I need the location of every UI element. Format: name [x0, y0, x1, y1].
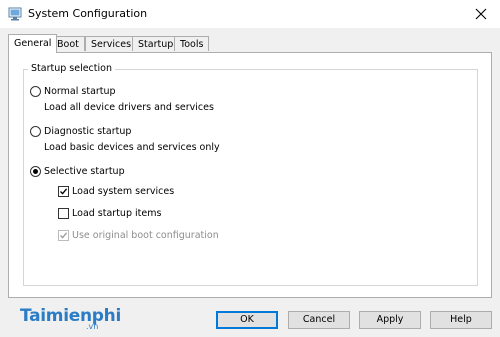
normal-startup-radio[interactable] [30, 86, 41, 97]
checkmark-icon [60, 232, 68, 239]
tab-strip: General Boot Services Startup Tools [0, 34, 500, 53]
tab-services[interactable]: Services [85, 36, 138, 51]
use-original-boot-config-checkbox [58, 230, 69, 241]
startup-selection-legend: Startup selection [28, 62, 115, 76]
radio-selected-dot [33, 169, 38, 174]
normal-startup-description: Load all device drivers and services [44, 102, 214, 113]
selective-startup-radio[interactable] [30, 166, 41, 177]
diagnostic-startup-description: Load basic devices and services only [44, 142, 220, 153]
diagnostic-startup-radio[interactable] [30, 126, 41, 137]
close-icon[interactable] [470, 4, 492, 24]
help-button[interactable]: Help [430, 311, 492, 329]
taimienphi-watermark-logo: Taimienphi .vn [20, 304, 121, 332]
tab-general[interactable]: General [8, 34, 58, 53]
normal-startup-label[interactable]: Normal startup [44, 85, 116, 98]
tab-tools[interactable]: Tools [174, 36, 210, 51]
load-startup-items-label[interactable]: Load startup items [72, 207, 161, 220]
startup-selection-group: Startup selection Normal startup Load al… [23, 62, 478, 286]
selective-startup-label[interactable]: Selective startup [44, 165, 125, 178]
load-system-services-checkbox[interactable] [58, 186, 69, 197]
checkmark-icon [60, 188, 68, 195]
apply-button[interactable]: Apply [359, 311, 421, 329]
general-tab-panel: Startup selection Normal startup Load al… [8, 52, 492, 298]
system-configuration-icon [8, 7, 22, 21]
window-title: System Configuration [28, 7, 148, 20]
title-bar: System Configuration [0, 0, 500, 28]
diagnostic-startup-label[interactable]: Diagnostic startup [44, 125, 131, 138]
load-startup-items-checkbox[interactable] [58, 208, 69, 219]
load-system-services-label[interactable]: Load system services [72, 185, 174, 198]
tab-startup[interactable]: Startup [132, 36, 180, 51]
watermark-suffix: .vn [86, 322, 99, 331]
ok-button[interactable]: OK [216, 311, 278, 329]
watermark-text: Taimienphi [20, 306, 121, 326]
cancel-button[interactable]: Cancel [288, 311, 350, 329]
use-original-boot-config-label: Use original boot configuration [72, 230, 219, 241]
